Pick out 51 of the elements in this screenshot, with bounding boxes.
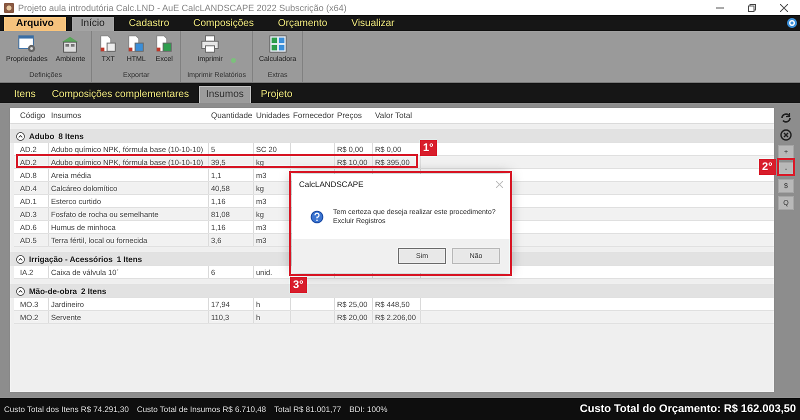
cancel-button[interactable]	[778, 128, 794, 142]
document-export-icon	[154, 34, 174, 54]
menu-tab[interactable]: Início	[72, 17, 114, 31]
close-icon[interactable]	[780, 4, 788, 12]
group-count: 1 Itens	[116, 254, 142, 264]
tab[interactable]: Projeto	[254, 87, 298, 103]
document-export-icon	[98, 34, 118, 54]
collapse-icon[interactable]	[16, 254, 25, 264]
window-title: Projeto aula introdutória Calc.LND - AuE CalcLANDSCAPE 2022 Subscrição (x64)	[18, 2, 347, 12]
dialog-title: CalcLANDSCAPE	[299, 180, 364, 188]
app-icon	[4, 2, 14, 12]
menu-tab[interactable]: Cadastro	[120, 17, 178, 31]
step-marker: 1°	[420, 140, 437, 156]
menu-tab[interactable]: Composições	[184, 17, 263, 31]
tab[interactable]: Composições complementares	[46, 87, 195, 103]
budget-total: Custo Total do Orçamento: R$ 162.003,50	[580, 403, 796, 415]
column-header[interactable]: Código	[18, 111, 49, 120]
file-menu-button[interactable]: Arquivo	[4, 17, 66, 31]
collapse-icon[interactable]	[16, 132, 25, 140]
column-header[interactable]: Valor Total	[373, 111, 421, 120]
menu-tab[interactable]: Orçamento	[268, 17, 336, 31]
printer-icon	[200, 34, 220, 54]
window-gear-icon	[16, 34, 37, 54]
tab[interactable]: Itens	[8, 87, 42, 103]
collapse-icon[interactable]	[16, 286, 25, 296]
refresh-button[interactable]	[778, 111, 794, 125]
column-header[interactable]: Quantidade	[209, 111, 254, 120]
calculator-icon	[268, 34, 288, 54]
column-header[interactable]: Unidades	[254, 111, 291, 120]
dropdown-dot-icon[interactable]	[230, 58, 236, 63]
document-export-icon	[126, 34, 146, 54]
status-text: BDI: 100%	[349, 404, 388, 414]
status-text: Custo Total de Insumos R$ 6.710,48	[136, 404, 266, 414]
question-icon	[310, 210, 324, 224]
group-name: Irrigação - Acessórios	[29, 254, 113, 264]
step-marker: 2°	[759, 159, 776, 175]
menu-tab[interactable]: Visualizar	[342, 17, 404, 31]
group-name: Mão-de-obra	[29, 286, 77, 296]
group-count: 8 Itens	[58, 132, 84, 140]
step-marker: 3°	[290, 277, 307, 293]
column-header[interactable]: Fornecedor	[291, 111, 335, 120]
house-icon	[60, 34, 80, 54]
restore-icon[interactable]	[748, 4, 756, 12]
tab[interactable]: Insumos	[198, 86, 251, 103]
column-header[interactable]: Insumos	[49, 111, 209, 120]
status-text: Total R$ 81.001,77	[274, 404, 342, 414]
status-text: Custo Total dos Itens R$ 74.291,30	[4, 404, 129, 414]
help-icon[interactable]	[787, 18, 797, 28]
group-name: Adubo	[29, 132, 54, 140]
column-header[interactable]: Preços	[335, 111, 373, 120]
group-count: 2 Itens	[81, 286, 106, 296]
